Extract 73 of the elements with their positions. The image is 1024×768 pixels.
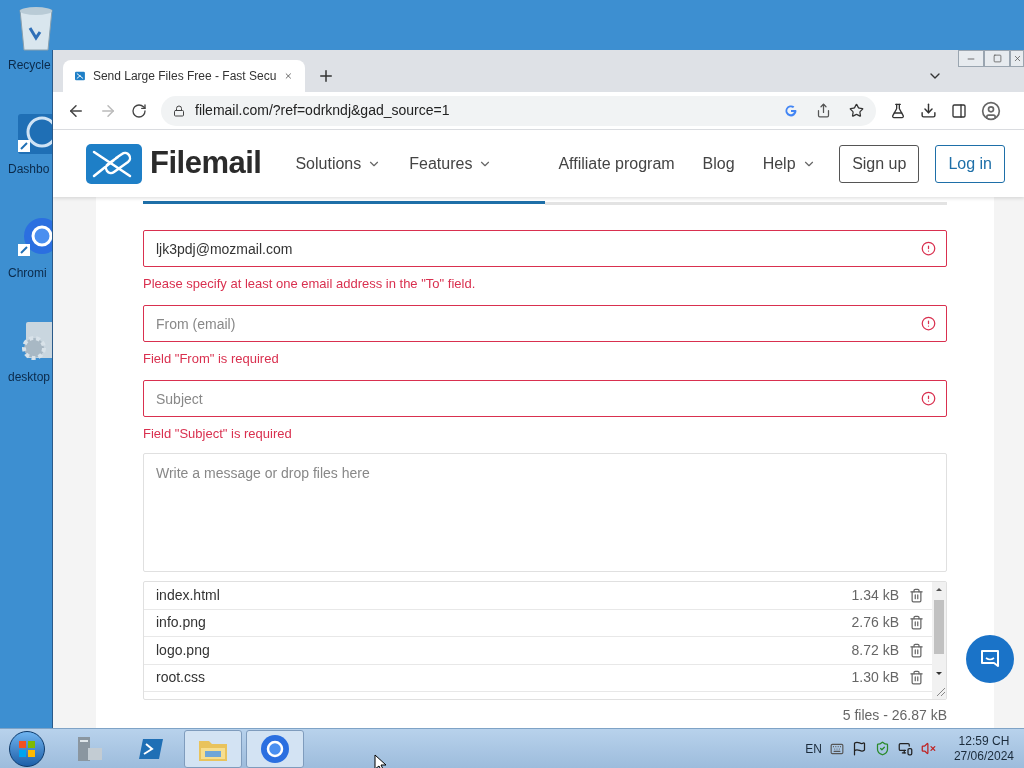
error-icon [921,241,936,256]
chat-button[interactable] [966,635,1014,683]
chromium-icon [260,733,290,764]
error-message: Field "Subject" is required [143,426,293,442]
desktop-icon-label[interactable]: Recycle [8,56,51,74]
file-name: info.png [156,613,207,633]
address-bar[interactable]: filemail.com/?ref=odrkndj&gad_source=1 [161,95,876,126]
logo-icon [75,69,85,83]
keyboard-icon[interactable] [829,741,844,756]
text-field[interactable]: Subject [143,380,947,417]
close-icon [1012,54,1022,63]
nav-link[interactable]: Affiliate program [558,151,675,176]
terminal-icon [137,736,165,761]
file-name: root.css [156,668,206,688]
brand-name[interactable]: Filemail [150,140,262,187]
error-message: Please specify at least one email address in the "To" field. [143,276,477,292]
desktop-icon-label[interactable]: desktop [8,368,51,386]
error-icon [921,391,936,406]
nav-link[interactable]: Help [762,151,816,176]
message-field[interactable]: Write a message or drop files here [143,453,947,572]
star-icon[interactable] [849,103,864,118]
mouse-cursor-icon [374,753,386,768]
language-indicator[interactable]: EN [805,739,822,758]
mute-icon[interactable] [920,741,936,756]
file-name: index.html [156,585,221,605]
nav-link[interactable]: Solutions [295,151,382,176]
clock-date: 27/06/2024 [953,748,1014,764]
error-message: Field "From" is required [143,351,280,367]
recycle-bin-icon [16,6,56,52]
nav-link[interactable]: Blog [702,151,735,176]
text-field[interactable]: ljk3pdj@mozmail.com [143,230,947,267]
lock-icon [173,104,185,117]
tab-title: Send Large Files Free - Fast Secu [92,68,277,85]
text-field[interactable]: From (email) [143,305,947,342]
nav-link[interactable]: Features [409,151,493,176]
reload-icon[interactable] [131,102,147,119]
log-in-button[interactable]: Log in [935,144,1005,183]
scrollbar-drawing[interactable] [932,582,946,699]
desktop-icon-label[interactable]: Chromi [8,264,47,282]
chat-icon [979,648,1001,670]
error-icon [921,316,936,331]
share-icon[interactable] [816,103,831,118]
taskbar-app[interactable] [246,729,304,768]
profile-icon[interactable] [981,100,1001,121]
url-text: filemail.com/?ref=odrkndj&gad_source=1 [195,101,451,120]
trash-icon[interactable] [909,615,924,631]
file-name: logo.png [156,640,211,660]
file-size: 1.34 kB [851,585,899,605]
side-panel-icon[interactable] [951,102,967,119]
windows-logo-icon [18,739,36,758]
file-size: 8.72 kB [851,640,899,660]
files-summary: 5 files - 26.87 kB [842,706,947,725]
clock[interactable]: 12:59 CH 27/06/2024 [953,733,1014,764]
shield-icon[interactable] [874,741,890,756]
logo-icon [86,143,142,184]
google-icon[interactable] [784,103,798,118]
maximize-icon [992,54,1002,63]
clock-time: 12:59 CH [958,733,1010,749]
file-size: 1.30 kB [851,668,899,688]
flag-icon[interactable] [851,741,867,756]
network-icon[interactable] [897,741,913,756]
new-tab-icon[interactable] [317,67,335,85]
trash-icon[interactable] [909,642,924,658]
close-button[interactable] [1010,50,1024,67]
sign-up-button[interactable]: Sign up [839,144,920,183]
browser-tab[interactable]: Send Large Files Free - Fast Secu [63,60,305,92]
trash-icon[interactable] [909,670,924,686]
file-size: 2.76 kB [851,613,899,633]
trash-icon[interactable] [909,587,924,603]
download-icon[interactable] [920,102,937,119]
desktop-icon-label[interactable]: Dashbo [8,160,50,178]
start-button[interactable] [9,730,45,767]
flask-icon[interactable] [890,102,906,119]
